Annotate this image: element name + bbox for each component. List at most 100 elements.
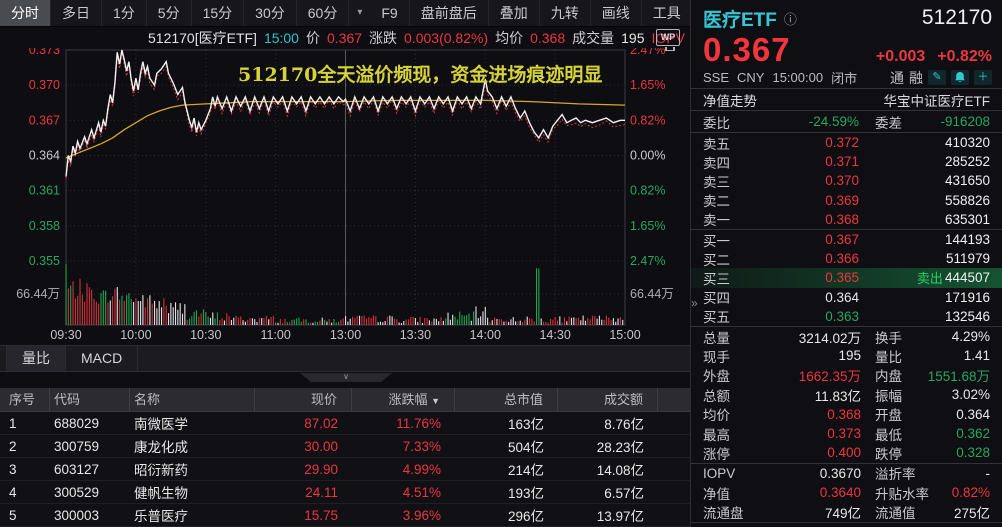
volume-bar xyxy=(489,322,490,325)
volume-bar xyxy=(492,320,493,325)
badge-rong: 融 xyxy=(909,68,923,88)
tools-button[interactable]: 工具 xyxy=(642,0,693,26)
price-value: 0.367 xyxy=(327,30,362,46)
tab-volume-ratio[interactable]: 量比 xyxy=(6,346,66,371)
order-book-row[interactable]: 卖五 0.372 410320 xyxy=(691,133,1002,152)
period-tab-5min[interactable]: 5分 xyxy=(147,0,192,26)
order-book-row[interactable]: 买四 0.364 171916 xyxy=(691,288,1002,307)
volume-bar xyxy=(240,316,241,325)
volume-bar xyxy=(506,321,507,325)
exchange-label: SSE xyxy=(703,70,729,85)
collapse-panel-handle[interactable]: ∨ xyxy=(300,373,392,382)
volume-bar xyxy=(166,306,167,325)
volume-bar xyxy=(434,318,435,325)
volume-bar xyxy=(559,316,560,325)
volume-bar xyxy=(96,302,97,325)
table-row[interactable]: 2 300759 康龙化成 30.00 7.33% 504亿 28.23亿 xyxy=(0,435,690,458)
col-header-market-cap[interactable]: 总市值 xyxy=(455,388,558,411)
cell-price: 29.90 xyxy=(255,462,352,477)
currency-label: CNY xyxy=(737,70,764,85)
col-header-turnover[interactable]: 成交额 xyxy=(558,388,658,411)
f9-button[interactable]: F9 xyxy=(370,0,409,26)
stat-row: 净值 0.3640 升贴水率 0.82% xyxy=(691,483,1002,502)
price-change: +0.003 xyxy=(876,48,925,66)
volume-bar xyxy=(294,319,295,325)
volume-bar xyxy=(450,320,451,325)
order-book-row[interactable]: 买三 0.365 卖出 444507 xyxy=(691,268,1002,287)
time-axis-label: 10:00 xyxy=(120,328,151,342)
volume-bar xyxy=(475,306,476,325)
stat-label-2: 流通值 xyxy=(875,502,916,522)
order-book-row[interactable]: 卖三 0.370 431650 xyxy=(691,171,1002,190)
volume-bar xyxy=(366,318,367,325)
intraday-chart[interactable]: 0.3732.47%0.3701.65%0.3670.82%0.3640.00%… xyxy=(0,48,690,345)
level-price: 0.363 xyxy=(749,309,859,324)
period-tab-1min[interactable]: 1分 xyxy=(102,0,147,26)
period-tab-60min[interactable]: 60分 xyxy=(297,0,350,26)
tab-macd[interactable]: MACD xyxy=(66,346,138,371)
level-label: 卖四 xyxy=(703,152,749,172)
period-tab-intraday[interactable]: 分时 xyxy=(0,0,51,26)
alert-bell-icon[interactable] xyxy=(951,70,969,85)
pct-axis-label: 0.00% xyxy=(630,149,665,163)
col-header-price[interactable]: 现价 xyxy=(255,388,352,411)
chart-header: 512170[医疗ETF] 15:00 价 0.367 涨跌 0.003(0.8… xyxy=(0,27,690,48)
expand-panel-icon[interactable]: » xyxy=(691,293,702,313)
volume-bar xyxy=(371,318,372,325)
volume-bar xyxy=(380,322,381,325)
stat-row: 流通盘 749亿 流通值 275亿 xyxy=(691,502,1002,521)
volume-bar xyxy=(594,316,595,325)
volume-bar xyxy=(259,318,260,325)
volume-bar xyxy=(135,299,136,325)
volume-bar xyxy=(322,318,323,325)
col-header-name[interactable]: 名称 xyxy=(130,388,255,411)
period-tab-30min[interactable]: 30分 xyxy=(244,0,297,26)
order-book-row[interactable]: 买五 0.363 132546 xyxy=(691,307,1002,326)
overlay-button[interactable]: 叠加 xyxy=(489,0,540,26)
add-plus-icon[interactable]: ＋ xyxy=(974,70,992,85)
stat-label-1: 外盘 xyxy=(703,365,761,385)
volume-bar xyxy=(70,286,71,325)
volume-bar xyxy=(499,319,500,325)
col-header-code[interactable]: 代码 xyxy=(50,388,130,411)
cell-mcap: 163亿 xyxy=(455,413,558,433)
order-book-row[interactable]: 买一 0.367 144193 xyxy=(691,230,1002,249)
draw-line-button[interactable]: 画线 xyxy=(591,0,642,26)
period-more-caret-icon[interactable]: ▾ xyxy=(349,0,370,26)
volume-bar xyxy=(268,319,269,325)
level-volume: 285252 xyxy=(945,154,990,169)
volume-bar xyxy=(201,313,202,325)
table-row[interactable]: 1 688029 南微医学 87.02 11.76% 163亿 8.76亿 xyxy=(0,412,690,435)
nine-turn-button[interactable]: 九转 xyxy=(540,0,591,26)
volume-bar xyxy=(93,299,94,325)
volume-bar xyxy=(103,290,104,325)
nav-trend-row[interactable]: 净值走势 华宝中证医疗ETF xyxy=(691,89,1002,110)
table-row[interactable]: 4 300529 健帆生物 24.11 4.51% 193亿 6.57亿 xyxy=(0,481,690,504)
volume-bar xyxy=(119,300,120,325)
wp-monitor-icon[interactable]: WP xyxy=(656,29,680,46)
order-book-row[interactable]: 卖二 0.369 558826 xyxy=(691,191,1002,210)
volume-bar xyxy=(287,322,288,325)
volume-bar xyxy=(243,320,244,325)
period-tab-multiday[interactable]: 多日 xyxy=(51,0,102,26)
edit-pencil-icon[interactable]: ✎ xyxy=(928,70,946,85)
cell-price: 15.75 xyxy=(255,508,352,523)
order-book-row[interactable]: 买二 0.366 511979 xyxy=(691,249,1002,268)
volume-bar xyxy=(72,281,73,325)
volume-bar xyxy=(66,264,67,325)
volume-bar xyxy=(415,318,416,325)
volume-bar xyxy=(427,318,428,325)
col-header-change-pct[interactable]: 涨跌幅 ▼ xyxy=(352,388,455,411)
col-header-seq[interactable]: 序号 xyxy=(0,388,50,411)
order-book-row[interactable]: 卖一 0.368 635301 xyxy=(691,210,1002,229)
stat-value-1: 0.400 xyxy=(761,445,861,460)
weibi-label: 委比 xyxy=(703,112,749,132)
info-icon[interactable]: ⓘ xyxy=(784,9,797,28)
table-row[interactable]: 3 603127 昭衍新药 29.90 4.99% 214亿 14.08亿 xyxy=(0,458,690,481)
time-axis-label: 11:00 xyxy=(260,328,290,342)
table-row[interactable]: 5 300003 乐普医疗 15.75 3.96% 296亿 13.97亿 xyxy=(0,504,690,527)
pre-post-market-button[interactable]: 盘前盘后 xyxy=(410,0,489,26)
period-tab-15min[interactable]: 15分 xyxy=(192,0,245,26)
volume-bar xyxy=(350,319,351,325)
order-book-row[interactable]: 卖四 0.371 285252 xyxy=(691,152,1002,171)
